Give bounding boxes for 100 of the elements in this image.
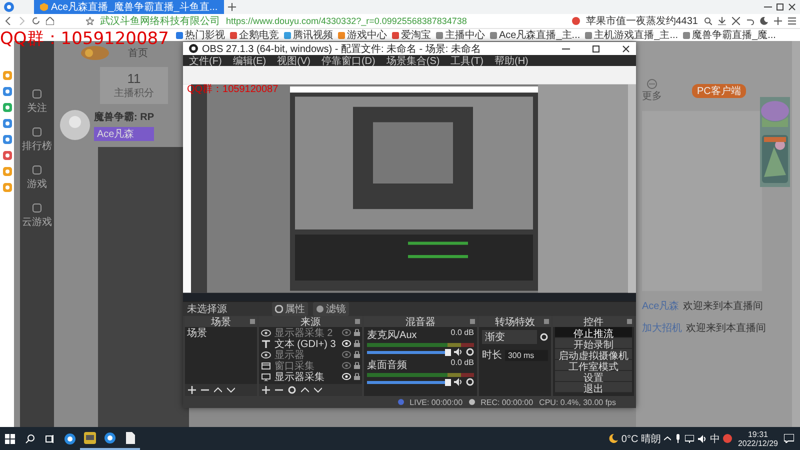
menu-item[interactable]: 停靠窗口(D): [321, 54, 376, 68]
bookmark[interactable]: 爱淘宝: [392, 28, 431, 42]
new-tab-icon[interactable]: [228, 3, 236, 11]
menu-item[interactable]: 编辑(E): [232, 54, 266, 68]
volume-icon[interactable]: [698, 434, 707, 442]
input-method[interactable]: 中: [710, 432, 720, 446]
caret-icon[interactable]: [664, 435, 671, 442]
monitor-icon: [261, 372, 272, 380]
nav-icon: [32, 203, 42, 213]
bookmark[interactable]: 主播中心: [436, 28, 485, 42]
download-icon[interactable]: [718, 17, 726, 25]
source-item[interactable]: 显示器采集: [274, 370, 324, 384]
task-view-icon[interactable]: [45, 434, 55, 444]
control-button[interactable]: 启动虚拟摄像机: [555, 349, 632, 360]
dock-icon[interactable]: [250, 319, 256, 324]
refresh-icon[interactable]: [32, 17, 40, 25]
control-button[interactable]: 工作室模式: [555, 360, 632, 371]
app-icon[interactable]: [2, 103, 12, 112]
bookmark[interactable]: 热门影视: [176, 28, 225, 42]
source-item[interactable]: 窗口采集: [274, 358, 314, 372]
transition-select[interactable]: 渐变: [482, 330, 538, 344]
news-headline[interactable]: 苹果市值一夜蒸发约4431: [586, 14, 698, 28]
duration-field[interactable]: 300 ms: [504, 350, 548, 360]
lock-icon[interactable]: [354, 329, 360, 336]
gear-icon[interactable]: [466, 378, 474, 386]
nav-item[interactable]: 云游戏: [22, 215, 52, 229]
speaker-icon[interactable]: [454, 348, 463, 356]
scissors-icon[interactable]: [732, 17, 740, 25]
bookmark[interactable]: 主机游戏直播_主...: [585, 28, 678, 42]
star-icon[interactable]: [86, 17, 94, 25]
app-icon[interactable]: [2, 151, 12, 160]
bookmark[interactable]: 魔兽争霸直播_魔...: [683, 28, 776, 42]
network-icon[interactable]: [684, 434, 694, 442]
control-button[interactable]: 退出: [555, 382, 632, 393]
clock-date[interactable]: 2022/12/29: [738, 438, 778, 448]
app-icon[interactable]: [2, 135, 12, 144]
move-up-icon[interactable]: [214, 386, 222, 394]
bookmark-icon: [338, 32, 345, 38]
lock-icon[interactable]: [354, 340, 360, 347]
bookmark-icon: [230, 32, 237, 38]
toolbar-button[interactable]: 属性: [272, 302, 308, 316]
menu-item[interactable]: 帮助(H): [494, 54, 528, 68]
back-icon[interactable]: [4, 17, 12, 25]
toolbar-button[interactable]: 滤镜: [313, 302, 349, 316]
menu-item[interactable]: 工具(T): [450, 54, 484, 68]
source-item[interactable]: 显示器: [274, 348, 304, 362]
add-icon[interactable]: [188, 386, 196, 394]
search-icon[interactable]: [704, 17, 712, 25]
menu-item[interactable]: 文件(F): [189, 54, 222, 68]
speaker-icon[interactable]: [454, 378, 463, 386]
gear-icon[interactable]: [466, 348, 474, 356]
nav-item[interactable]: 排行榜: [22, 139, 52, 153]
nav-item[interactable]: 关注: [27, 101, 47, 115]
close-icon[interactable]: [622, 44, 630, 52]
control-button[interactable]: 开始录制: [555, 338, 632, 349]
notification-icon[interactable]: [784, 434, 794, 443]
lock-icon[interactable]: [354, 362, 360, 369]
maximize-icon[interactable]: [776, 3, 784, 11]
move-down-icon[interactable]: [227, 386, 235, 394]
source-item[interactable]: 文本 (GDI+) 3: [274, 336, 336, 350]
dock-icon[interactable]: [544, 319, 550, 324]
close-icon[interactable]: [788, 3, 796, 11]
control-button[interactable]: 设置: [555, 371, 632, 382]
menu-icon[interactable]: [788, 17, 796, 25]
control-button[interactable]: 停止推流: [555, 327, 632, 338]
browser-tab[interactable]: Ace凡森直播_魔兽争霸直播_斗鱼直...: [34, 0, 224, 14]
microphone-icon[interactable]: [674, 434, 681, 443]
plus-icon[interactable]: [774, 17, 782, 25]
selection-label: 未选择源: [187, 302, 228, 316]
menu-item[interactable]: 视图(V): [277, 54, 310, 68]
app-icon[interactable]: [2, 119, 12, 128]
undo-icon[interactable]: [746, 17, 754, 25]
gear-icon[interactable]: [288, 386, 296, 394]
search-icon[interactable]: [25, 434, 35, 444]
move-down-icon[interactable]: [314, 386, 322, 394]
dock-icon[interactable]: [470, 319, 475, 324]
url-field[interactable]: https://www.douyu.com/4330332?_r=0.09925568387834738: [226, 16, 467, 26]
room-title: 魔兽争霸: RP: [94, 110, 154, 124]
lock-icon[interactable]: [354, 373, 360, 380]
app-icon[interactable]: [2, 87, 12, 96]
gear-icon[interactable]: [540, 333, 548, 341]
bookmark[interactable]: Ace凡森直播_主...: [490, 28, 580, 42]
add-icon[interactable]: [262, 386, 270, 394]
moon-icon[interactable]: [760, 17, 768, 25]
nav-item[interactable]: 游戏: [27, 177, 47, 191]
menu-item[interactable]: 场景集合(S): [386, 54, 440, 68]
move-up-icon[interactable]: [301, 386, 310, 394]
clock-time[interactable]: 19:31: [748, 430, 768, 438]
bookmark[interactable]: 游戏中心: [338, 28, 387, 42]
bookmark[interactable]: 腾讯视频: [284, 28, 333, 42]
home-icon[interactable]: [46, 17, 54, 25]
windows-start-icon[interactable]: [5, 434, 15, 444]
tray-app-icon[interactable]: [722, 434, 732, 443]
lock-icon[interactable]: [354, 351, 360, 358]
source-item[interactable]: 显示器采集 2: [274, 326, 333, 340]
maximize-icon[interactable]: [592, 44, 600, 52]
weather-text[interactable]: 0°C 晴朗: [621, 432, 661, 446]
scene-item[interactable]: 场景: [185, 327, 258, 338]
bookmark[interactable]: 企鹅电竞: [230, 28, 279, 42]
dock-icon[interactable]: [354, 319, 360, 324]
